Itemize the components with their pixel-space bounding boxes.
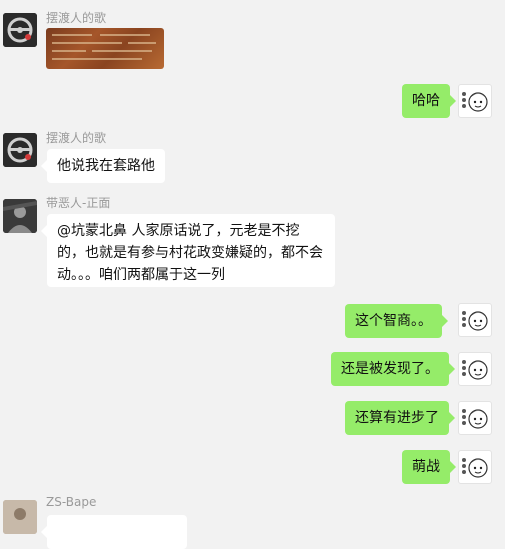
self-avatar[interactable] [458, 84, 492, 118]
image-message[interactable] [46, 28, 164, 69]
cartoon-character-icon [462, 409, 488, 429]
steering-wheel-icon [3, 13, 37, 47]
outgoing-message-bubble[interactable]: 萌战 [402, 450, 456, 484]
self-avatar[interactable] [458, 450, 492, 484]
outgoing-message-bubble[interactable]: 这个智商。。 [345, 304, 448, 338]
incoming-message-bubble[interactable]: @坑蒙北鼻 人家原话说了，元老是不挖的，也就是有参与村花政变嫌疑的，都不会动。。… [41, 214, 335, 287]
self-avatar[interactable] [458, 352, 492, 386]
incoming-message-bubble[interactable]: 他说我在套路他 [41, 149, 165, 183]
person-photo-icon [3, 199, 37, 233]
self-avatar[interactable] [458, 401, 492, 435]
sender-name: 摆渡人的歌 [46, 11, 107, 25]
sender-avatar[interactable] [3, 500, 37, 534]
sender-avatar[interactable] [3, 133, 37, 167]
sender-name: 带恶人-正面 [46, 196, 111, 210]
cartoon-character-icon [462, 311, 488, 331]
sender-name: ZS-Bape [46, 495, 97, 509]
person-photo-icon [3, 500, 37, 534]
sender-name: 摆渡人的歌 [46, 131, 107, 145]
sender-avatar[interactable] [3, 199, 37, 233]
self-avatar[interactable] [458, 303, 492, 337]
cartoon-character-icon [462, 92, 488, 112]
incoming-message-bubble[interactable] [41, 515, 187, 549]
outgoing-message-bubble[interactable]: 还算有进步了 [345, 401, 455, 435]
sender-avatar[interactable] [3, 13, 37, 47]
cartoon-character-icon [462, 360, 488, 380]
outgoing-message-bubble[interactable]: 还是被发现了。 [331, 352, 455, 386]
cartoon-character-icon [462, 458, 488, 478]
outgoing-message-bubble[interactable]: 哈哈 [402, 84, 456, 118]
steering-wheel-icon [3, 133, 37, 167]
